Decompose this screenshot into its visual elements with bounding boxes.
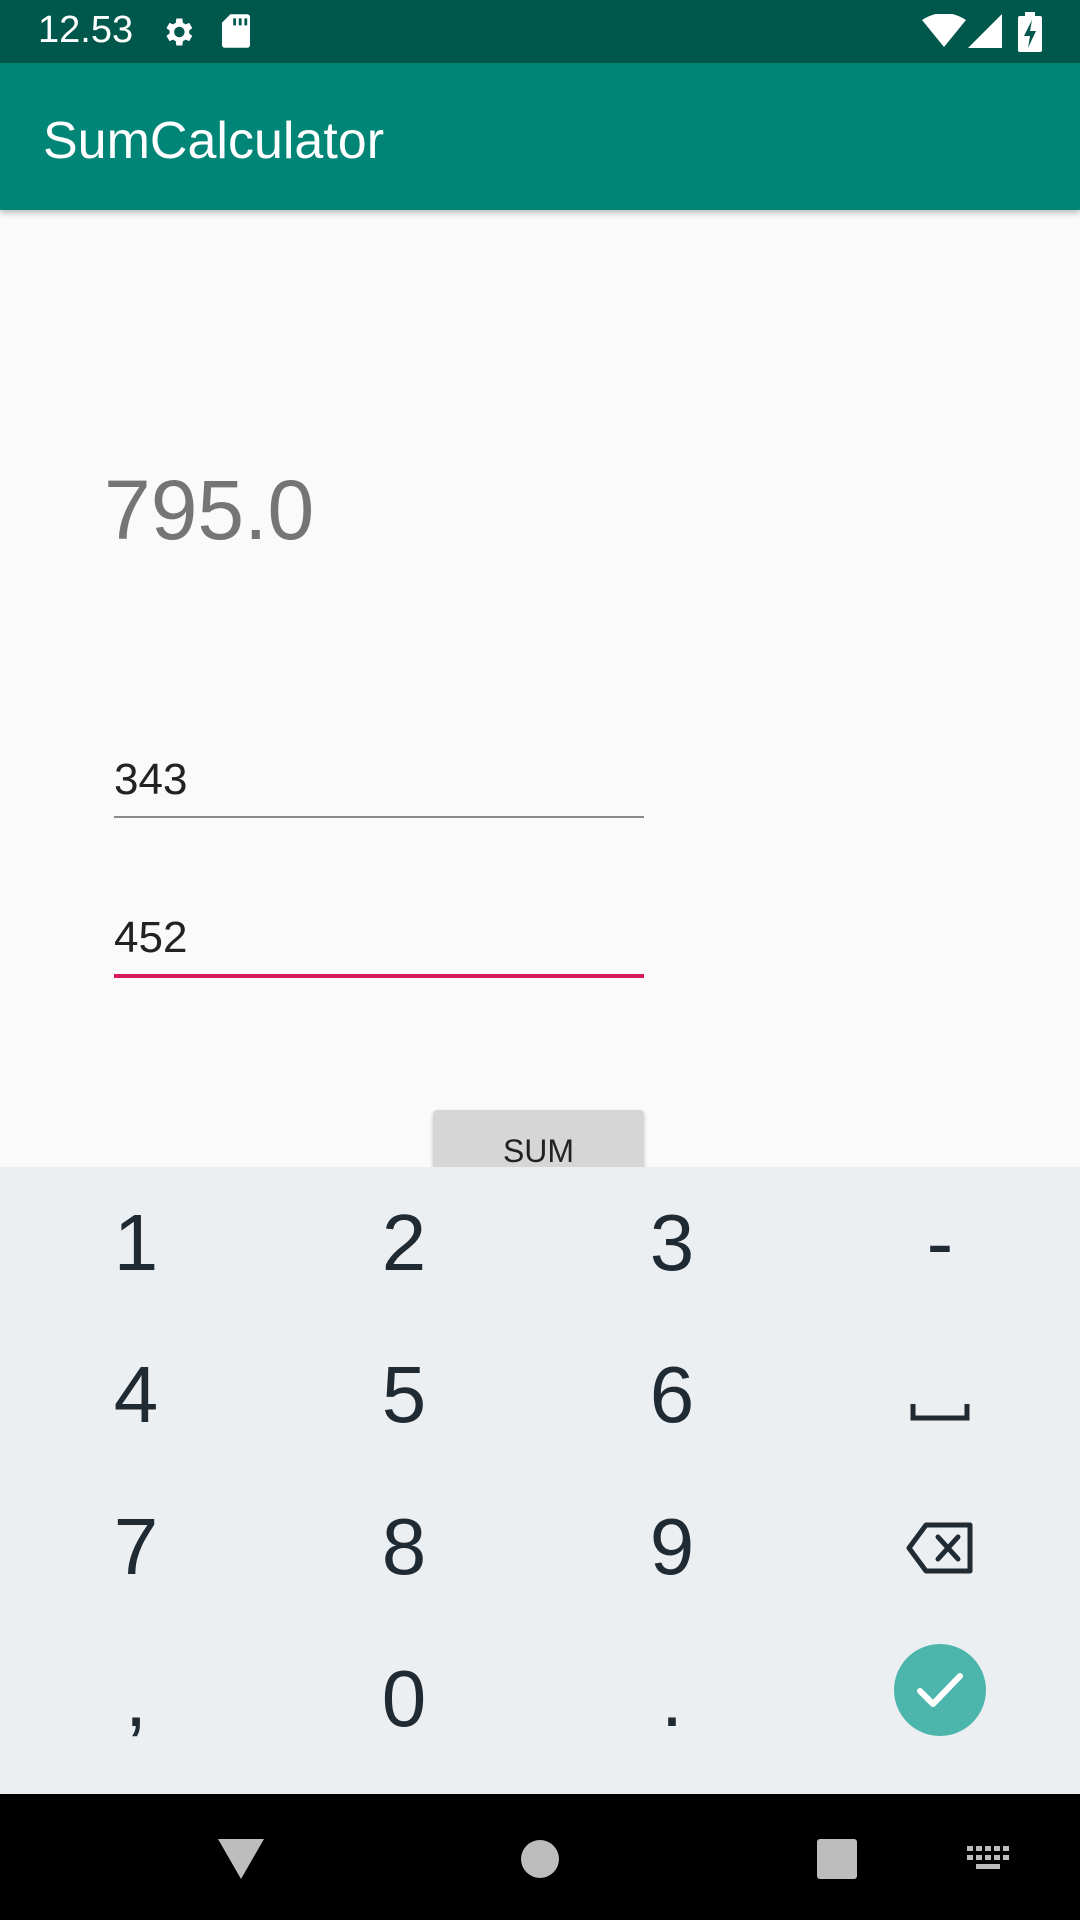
app-bar: SumCalculator	[0, 63, 1080, 210]
key-6[interactable]: 6	[538, 1319, 806, 1471]
recents-icon[interactable]	[817, 1839, 857, 1884]
cell-signal-icon	[968, 14, 1002, 53]
done-check-icon	[894, 1643, 986, 1755]
key-done[interactable]	[806, 1623, 1074, 1775]
backspace-icon	[906, 1501, 974, 1593]
keyboard-switch-icon[interactable]	[967, 1846, 1011, 1879]
space-icon	[910, 1349, 970, 1441]
wifi-icon	[922, 13, 966, 53]
numeric-keyboard: 1 2 3 - 4 5 6 7 8 9 , 0 .	[0, 1167, 1080, 1794]
second-number-underline	[114, 974, 644, 978]
status-time: 12.53	[38, 9, 134, 51]
sum-button[interactable]: SUM	[433, 1110, 644, 1172]
key-2[interactable]: 2	[270, 1167, 538, 1319]
key-1[interactable]: 1	[2, 1167, 270, 1319]
first-number-underline	[114, 816, 644, 818]
first-number-field[interactable]	[114, 744, 644, 816]
key-7[interactable]: 7	[2, 1471, 270, 1623]
settings-icon	[160, 14, 196, 55]
status-bar: 12.53	[0, 0, 1080, 63]
key-comma[interactable]: ,	[2, 1623, 270, 1775]
back-icon[interactable]	[218, 1839, 264, 1884]
key-backspace[interactable]	[806, 1471, 1074, 1623]
key-4[interactable]: 4	[2, 1319, 270, 1471]
key-5[interactable]: 5	[270, 1319, 538, 1471]
battery-charging-icon	[1018, 12, 1042, 57]
key-minus[interactable]: -	[806, 1167, 1074, 1319]
key-0[interactable]: 0	[270, 1623, 538, 1775]
key-8[interactable]: 8	[270, 1471, 538, 1623]
key-space[interactable]	[806, 1319, 1074, 1471]
key-period[interactable]: .	[538, 1623, 806, 1775]
key-9[interactable]: 9	[538, 1471, 806, 1623]
app-title: SumCalculator	[43, 112, 385, 170]
home-icon[interactable]	[520, 1839, 560, 1884]
sd-card-icon	[222, 14, 250, 53]
second-number-field[interactable]	[114, 902, 644, 974]
navigation-bar	[0, 1794, 1080, 1920]
result-display: 795.0	[104, 463, 315, 557]
key-3[interactable]: 3	[538, 1167, 806, 1319]
